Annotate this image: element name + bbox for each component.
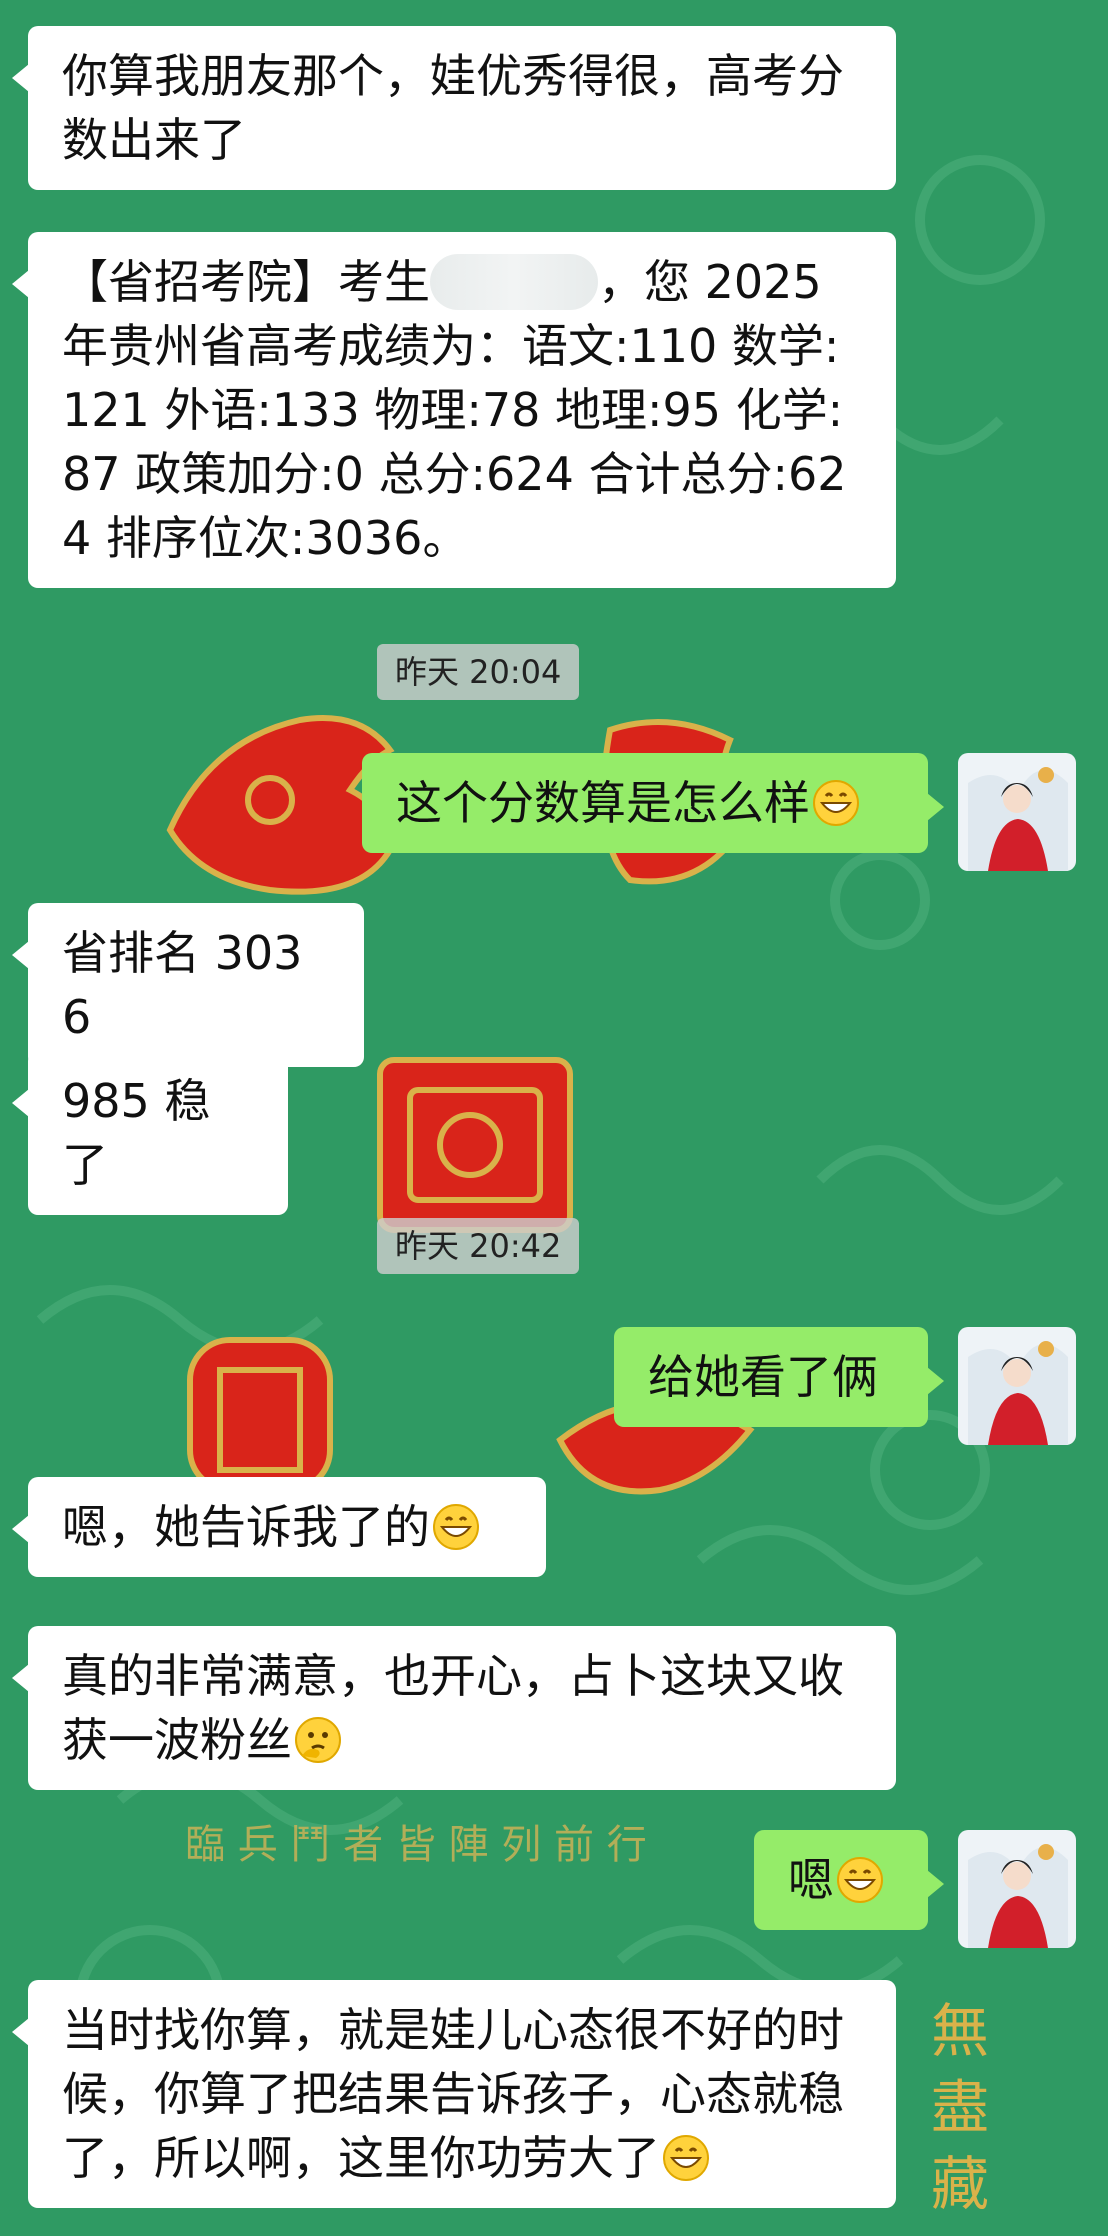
- avatar-image: [958, 1830, 1076, 1948]
- grin-emoji: [813, 780, 859, 826]
- message-text: 【省招考院】考生: [62, 255, 430, 309]
- avatar[interactable]: [958, 1327, 1076, 1445]
- redacted-name: [430, 254, 598, 310]
- incoming-message[interactable]: 你算我朋友那个，娃优秀得很，高考分数出来了: [12, 26, 896, 190]
- outgoing-message[interactable]: 给她看了俩: [614, 1327, 944, 1427]
- message-text: 省排名 3036: [62, 926, 303, 1044]
- grin-emoji: [663, 2135, 709, 2181]
- message-text: 你算我朋友那个，娃优秀得很，高考分数出来了: [62, 49, 844, 167]
- outgoing-message[interactable]: 这个分数算是怎么样: [362, 753, 944, 853]
- grin-emoji: [837, 1857, 883, 1903]
- incoming-message[interactable]: 当时找你算，就是娃儿心态很不好的时候，你算了把结果告诉孩子，心态就稳了，所以啊，…: [12, 1980, 896, 2208]
- wallpaper-seal-text: 無 盡 藏: [921, 2000, 989, 2211]
- avatar[interactable]: [958, 753, 1076, 871]
- incoming-message[interactable]: 985 稳了: [12, 1051, 288, 1215]
- message-text: 嗯，她告诉我了的: [62, 1500, 430, 1554]
- message-text: 985 稳了: [62, 1074, 211, 1192]
- outgoing-message[interactable]: 嗯: [754, 1830, 944, 1930]
- timestamp: 昨天 20:04: [377, 644, 580, 700]
- message-text: 给她看了俩: [648, 1350, 878, 1404]
- incoming-message[interactable]: 嗯，她告诉我了的: [12, 1477, 546, 1577]
- message-text: 这个分数算是怎么样: [396, 776, 810, 830]
- wallpaper-motto: 臨 兵 鬥 者 皆 陣 列 前 行: [185, 1822, 647, 1868]
- avatar[interactable]: [958, 1830, 1076, 1948]
- incoming-message-score-notice[interactable]: 【省招考院】考生 ，您 2025 年贵州省高考成绩为：语文:110 数学:121 …: [12, 232, 896, 588]
- message-text: 当时找你算，就是娃儿心态很不好的时候，你算了把结果告诉孩子，心态就稳了，所以啊，…: [62, 2003, 844, 2185]
- grin-emoji: [433, 1504, 479, 1550]
- message-text: 嗯: [788, 1853, 834, 1907]
- incoming-message[interactable]: 省排名 3036: [12, 903, 364, 1067]
- thinking-emoji: [295, 1717, 341, 1763]
- avatar-image: [958, 753, 1076, 871]
- timestamp: 昨天 20:42: [377, 1218, 580, 1274]
- incoming-message[interactable]: 真的非常满意，也开心，占卜这块又收获一波粉丝: [12, 1626, 896, 1790]
- message-text: 真的非常满意，也开心，占卜这块又收获一波粉丝: [62, 1649, 844, 1767]
- avatar-image: [958, 1327, 1076, 1445]
